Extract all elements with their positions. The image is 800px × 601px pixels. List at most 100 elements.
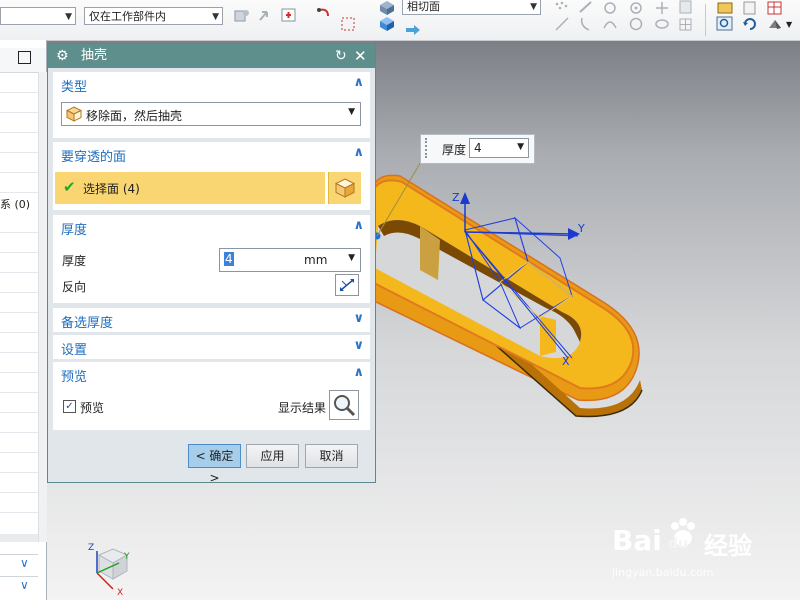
arc-tool-icon[interactable]	[601, 16, 619, 32]
navigator-row[interactable]	[0, 392, 38, 393]
navigator-row[interactable]	[0, 112, 38, 113]
maximize-icon[interactable]	[18, 51, 31, 64]
triad-z-label: Z	[88, 543, 95, 553]
chevron-down-icon[interactable]: ∨	[353, 338, 364, 353]
rotate-view-icon[interactable]	[741, 16, 759, 32]
navigator-row[interactable]	[0, 312, 38, 313]
settings-section-header[interactable]: 设置 ∨	[53, 335, 370, 359]
chevron-down-icon: ▼	[212, 12, 219, 22]
navigator-row[interactable]	[0, 472, 38, 473]
navigator-expand-button[interactable]: ∨	[0, 554, 38, 575]
view-orient-icon[interactable]	[716, 0, 734, 16]
navigator-row[interactable]	[0, 92, 38, 93]
navigator-row[interactable]	[0, 412, 38, 413]
floating-thickness-field[interactable]: 4 ▼	[469, 138, 529, 158]
select-box-icon[interactable]	[281, 7, 299, 23]
navigator-row[interactable]	[0, 292, 38, 293]
arrow-select-icon[interactable]	[257, 8, 275, 24]
navigator-row[interactable]	[0, 132, 38, 133]
navigator-row[interactable]	[0, 192, 38, 193]
grid-tool-icon[interactable]	[677, 16, 695, 32]
floating-thickness-label: 厚度	[442, 143, 467, 157]
navigator-row[interactable]	[0, 152, 38, 153]
zoom-window-icon[interactable]	[716, 16, 734, 32]
preview-section: 预览 ∧ ✓ 预览 显示结果	[53, 362, 370, 430]
show-result-button[interactable]	[329, 390, 359, 420]
face-select-button[interactable]	[328, 172, 361, 204]
snap-point-icon[interactable]	[233, 8, 251, 24]
chevron-down-icon[interactable]: ∨	[353, 311, 364, 326]
navigator-row[interactable]	[0, 512, 38, 513]
lasso-select-icon[interactable]	[340, 16, 358, 32]
curve-rule-icon[interactable]	[316, 6, 334, 22]
shaded-view-icon[interactable]	[766, 16, 784, 32]
navigator-row[interactable]	[0, 172, 38, 173]
chevron-up-icon[interactable]: ∧	[353, 145, 364, 160]
chevron-down-icon: ∨	[20, 556, 29, 570]
spline-tool-icon[interactable]	[577, 16, 595, 32]
drag-handle[interactable]	[425, 138, 431, 158]
chevron-up-icon[interactable]: ∧	[353, 75, 364, 90]
reverse-direction-button[interactable]	[335, 274, 359, 296]
close-icon[interactable]: ✕	[354, 44, 367, 68]
navigator-row[interactable]	[0, 272, 38, 273]
sheet-icon[interactable]	[741, 0, 759, 16]
dialog-title-bar[interactable]: ⚙ 抽壳 ↻ ✕	[48, 44, 375, 68]
ok-button[interactable]: < 确定 >	[188, 444, 241, 485]
thickness-label: 厚度	[62, 254, 87, 268]
plus-point-icon[interactable]	[653, 0, 671, 16]
reset-icon[interactable]: ↻	[335, 44, 347, 68]
box-type-icon	[66, 106, 82, 122]
type-section-header[interactable]: 类型 ∧	[53, 72, 370, 96]
navigator-row[interactable]	[0, 332, 38, 333]
faces-section-header[interactable]: 要穿透的面 ∧	[53, 142, 370, 166]
gear-icon[interactable]: ⚙	[56, 44, 69, 68]
arrow-right-icon[interactable]	[404, 22, 422, 38]
navigator-row[interactable]	[0, 492, 38, 493]
thickness-section-header[interactable]: 厚度 ∧	[53, 215, 370, 239]
axis-x-label: X	[562, 355, 570, 368]
preview-section-header[interactable]: 预览 ∧	[53, 362, 370, 386]
navigator-vscrollbar[interactable]	[38, 72, 47, 542]
navigator-expand-button[interactable]: ∨	[0, 576, 38, 597]
chevron-down-icon: ∨	[20, 578, 29, 592]
navigator-hscrollbar[interactable]	[0, 534, 38, 542]
thickness-input[interactable]: 4 mm ▼	[219, 248, 361, 272]
table-red-icon[interactable]	[766, 0, 784, 16]
ellipse-tool-icon[interactable]	[653, 16, 671, 32]
page-view-icon[interactable]	[677, 0, 695, 16]
chevron-up-icon[interactable]: ∧	[353, 218, 364, 233]
circle-target-icon[interactable]	[627, 0, 645, 16]
shell-type-dropdown[interactable]: 移除面，然后抽壳 ▼	[61, 102, 361, 126]
chevron-down-icon: ▼	[517, 142, 524, 152]
navigator-row[interactable]	[0, 432, 38, 433]
line-tool-icon[interactable]	[553, 16, 571, 32]
navigator-row[interactable]	[0, 232, 38, 233]
magnifier-icon	[334, 395, 356, 417]
apply-button[interactable]: 应用	[246, 444, 299, 468]
navigator-row[interactable]	[0, 352, 38, 353]
point-cloud-icon[interactable]	[553, 0, 571, 16]
selection-filter-combo[interactable]: ▼	[0, 7, 76, 25]
circle-node-icon[interactable]	[601, 0, 619, 16]
navigator-row[interactable]	[0, 252, 38, 253]
cube-blue-icon[interactable]	[378, 16, 396, 32]
curve-pen-icon[interactable]	[577, 0, 595, 16]
cube-select-icon[interactable]	[378, 0, 396, 16]
chevron-up-icon[interactable]: ∧	[353, 365, 364, 380]
preview-checkbox[interactable]: ✓	[63, 400, 76, 413]
coordinate-system-node[interactable]: 系 (0)	[0, 196, 30, 212]
navigator-row[interactable]	[0, 452, 38, 453]
cancel-button[interactable]: 取消	[305, 444, 358, 468]
face-rule-combo[interactable]: 相切面 ▼	[402, 0, 541, 15]
chevron-down-icon[interactable]: ▼	[786, 20, 792, 29]
selection-scope-combo[interactable]: 仅在工作部件内 ▼	[84, 7, 223, 25]
reverse-direction-icon	[340, 279, 354, 291]
alt-thickness-section-header[interactable]: 备选厚度 ∨	[53, 308, 370, 332]
thickness-section-title: 厚度	[61, 223, 88, 238]
preview-label: 预览	[80, 401, 105, 415]
circle-tool-icon[interactable]	[627, 16, 645, 32]
type-section: 类型 ∧ 移除面，然后抽壳 ▼	[53, 72, 370, 138]
select-face-row[interactable]: ✔ 选择面 (4)	[55, 172, 325, 204]
navigator-row[interactable]	[0, 372, 38, 373]
